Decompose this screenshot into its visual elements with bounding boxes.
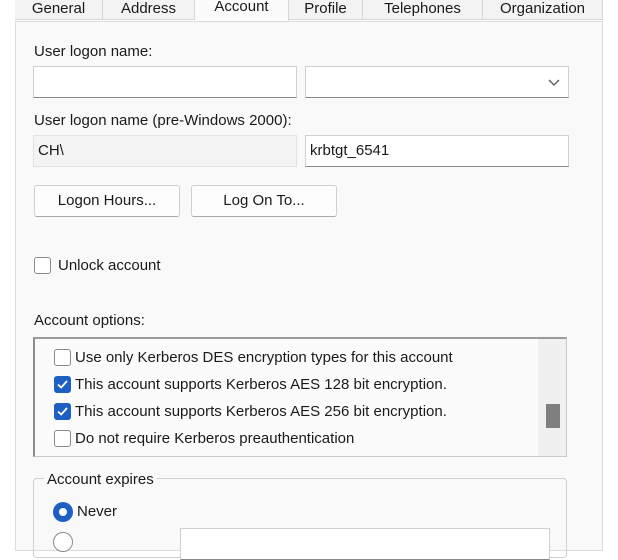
tab-organization[interactable]: Organization [483,0,603,20]
pre2000-name-value: krbtgt_6541 [310,142,390,159]
tab-profile[interactable]: Profile [289,0,363,20]
upn-suffix-dropdown[interactable] [305,66,569,98]
option-preauth-checkbox[interactable] [54,430,71,447]
tab-account[interactable]: Account [195,0,289,22]
option-aes128-label: This account supports Kerberos AES 128 b… [75,376,447,393]
logon-name-input[interactable] [33,66,297,98]
pre2000-domain-value: CH\ [38,142,64,159]
unlock-account-checkbox[interactable] [34,257,51,274]
account-options-label: Account options: [34,312,145,329]
tab-strip: General Address Account Profile Telephon… [0,0,618,22]
option-aes256-checkbox[interactable] [54,403,71,420]
expires-never-radio[interactable] [53,502,73,522]
pre2000-domain-field: CH\ [33,135,297,167]
account-options-list[interactable]: Use only Kerberos DES encryption types f… [33,337,567,457]
option-preauth-label: Do not require Kerberos preauthenticatio… [75,430,355,447]
expires-end-of-radio[interactable] [53,532,73,552]
log-on-to-button[interactable]: Log On To... [191,185,337,217]
option-aes256-label: This account supports Kerberos AES 256 b… [75,403,447,420]
expires-date-picker[interactable] [180,528,550,560]
option-des-checkbox[interactable] [54,349,71,366]
option-aes128-checkbox[interactable] [54,376,71,393]
logon-hours-button[interactable]: Logon Hours... [34,185,180,217]
tab-telephones[interactable]: Telephones [363,0,483,20]
account-expires-label: Account expires [44,471,157,488]
options-scrollbar-thumb[interactable] [546,404,560,428]
pre2000-label: User logon name (pre-Windows 2000): [34,112,292,129]
option-des-label: Use only Kerberos DES encryption types f… [75,349,453,366]
pre2000-name-input[interactable]: krbtgt_6541 [305,135,569,167]
unlock-account-label: Unlock account [58,257,161,274]
tab-address[interactable]: Address [103,0,195,20]
chevron-down-icon [548,79,560,86]
expires-never-label: Never [77,503,118,520]
tab-general[interactable]: General [15,0,103,20]
logon-name-label: User logon name: [34,43,153,60]
checkmark-icon [57,380,68,389]
checkmark-icon [57,407,68,416]
options-scrollbar[interactable] [538,339,566,456]
